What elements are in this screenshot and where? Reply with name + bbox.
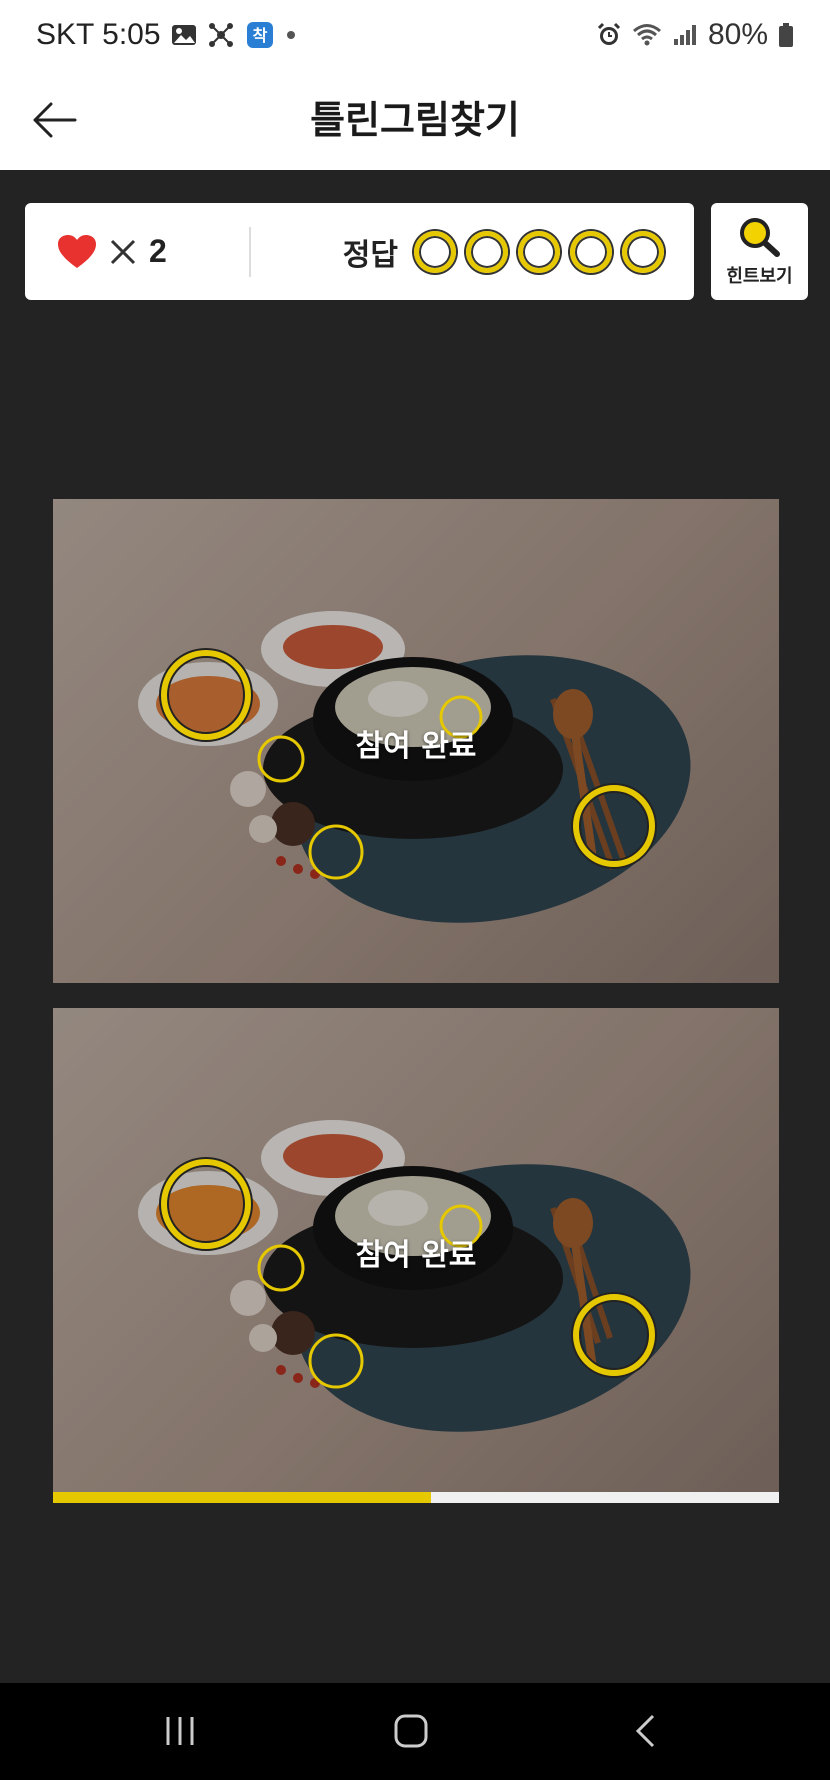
status-left: SKT 5:05 착 [36, 14, 297, 56]
status-bar: SKT 5:05 착 80% [0, 0, 830, 70]
answers-label: 정답 [342, 237, 398, 273]
heart-icon [58, 234, 96, 268]
nav-back-button[interactable] [610, 1701, 680, 1761]
app-bar: 틀린그림찾기 [0, 70, 830, 170]
original-photo[interactable]: 참여 완료 [53, 499, 779, 983]
time-progress-bar [53, 1492, 779, 1503]
dot-icon [285, 29, 297, 41]
hint-label: 힌트보기 [726, 265, 793, 287]
divider [249, 227, 251, 277]
signal-icon [672, 23, 698, 47]
gallery-icon [171, 23, 197, 47]
completed-overlay: 참여 완료 [355, 1238, 477, 1273]
answer-slot [414, 230, 456, 273]
home-button[interactable] [376, 1701, 446, 1761]
status-right: 80% [596, 14, 794, 56]
answer-slot [570, 230, 612, 273]
svg-text:착: 착 [252, 26, 267, 45]
modified-photo[interactable]: 참여 완료 [53, 1008, 779, 1492]
answer-slot [622, 230, 664, 273]
times-icon [110, 239, 136, 264]
lives-count: 2 [149, 233, 167, 269]
time-progress-fill [53, 1492, 431, 1503]
network-icon [207, 21, 235, 49]
lives-indicator: 2 [57, 203, 167, 300]
system-nav-bar [0, 1683, 830, 1780]
battery-percent: 80% [707, 18, 768, 51]
battery-icon [778, 22, 794, 48]
carrier-time: SKT 5:05 [36, 18, 161, 51]
game-status-panel: 2 정답 [25, 203, 694, 300]
recents-icon [166, 1717, 194, 1745]
page-title: 틀린그림찾기 [310, 98, 520, 142]
alarm-icon [596, 22, 622, 48]
home-icon [394, 1714, 428, 1748]
back-chevron-icon [635, 1714, 655, 1748]
answers-indicator: 정답 [343, 203, 664, 300]
answer-slot [466, 230, 508, 273]
answer-slot [518, 230, 560, 273]
hint-button[interactable]: 힌트보기 [711, 203, 808, 300]
magnifier-icon [739, 217, 780, 257]
recents-button[interactable] [145, 1701, 215, 1761]
app-notification-icon: 착 [245, 20, 275, 50]
completed-overlay: 참여 완료 [355, 729, 477, 764]
wifi-icon [632, 23, 662, 47]
